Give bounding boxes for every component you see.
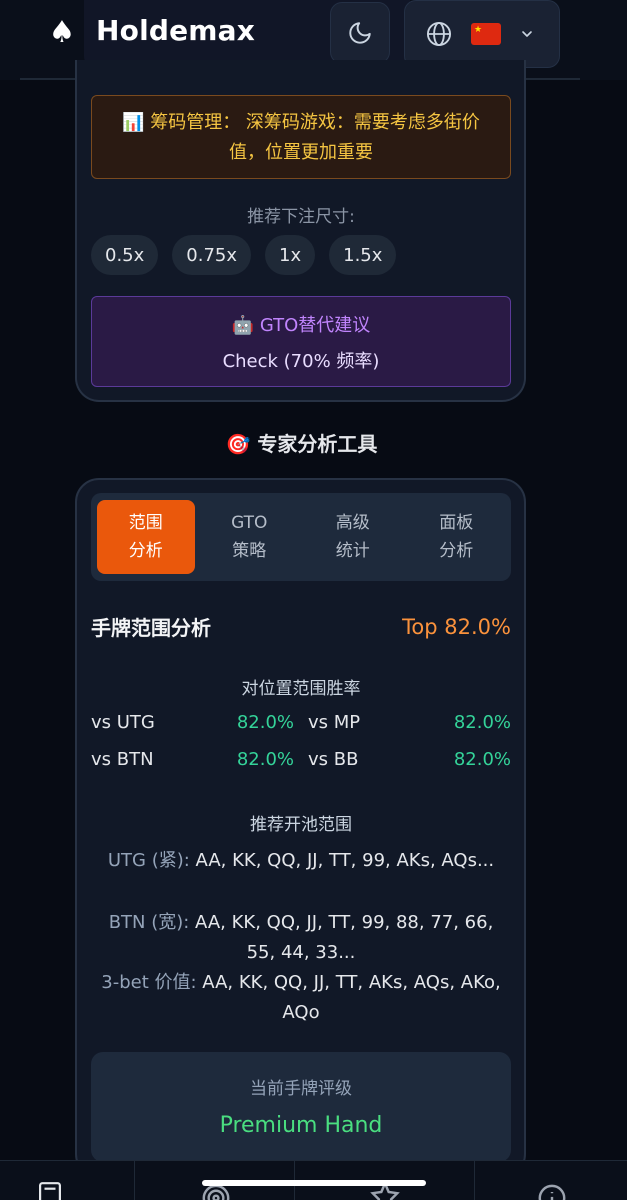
winrate-value: 82.0% — [236, 712, 294, 733]
bet-size-pill[interactable]: 0.5x — [91, 235, 159, 275]
range-analysis-header: 手牌范围分析 Top 82.0% — [91, 612, 511, 641]
chevron-down-icon — [522, 31, 532, 37]
language-selector[interactable]: ★ — [404, 0, 560, 68]
nav-tab-calculator[interactable] — [0, 1161, 135, 1200]
analysis-tabs: 范围 分析 GTO 策略 高级 统计 面板 分析 — [91, 493, 511, 581]
nav-tab-info[interactable] — [475, 1161, 627, 1200]
spade-icon: ♠ — [48, 15, 76, 50]
gto-alternative-title: 🤖 GTO替代建议 — [231, 315, 371, 336]
gto-alternative-value: Check (70% 频率) — [222, 351, 380, 372]
hand-rating-value: Premium Hand — [219, 1113, 383, 1138]
winrate-value: 82.0% — [453, 749, 511, 770]
open-range-line: UTG (紧): AA, KK, QQ, JJ, TT, 99, AKs, AQ… — [96, 846, 506, 876]
winrate-label: vs BTN — [91, 749, 154, 770]
range-analysis-title: 手牌范围分析 — [91, 616, 211, 640]
app-title: Holdemax — [96, 14, 256, 47]
open-range-title: 推荐开池范围 — [250, 815, 352, 835]
winrate-label: vs BB — [308, 749, 359, 770]
moon-icon — [349, 22, 371, 44]
range-hands: AA, KK, QQ, JJ, TT, 99, 88, 77, 66, 55, … — [189, 912, 494, 963]
gto-alternative-box: 🤖 GTO替代建议 Check (70% 频率) — [91, 296, 511, 387]
winrate-item: vs BTN 82.0% — [91, 749, 294, 770]
open-range-line: 3-bet 价值: AA, KK, QQ, JJ, TT, AKs, AQs, … — [96, 968, 506, 1028]
hand-rating-label: 当前手牌评级 — [250, 1079, 352, 1099]
range-hands: AA, KK, QQ, JJ, TT, 99, AKs, AQs... — [189, 850, 495, 871]
tab-range-analysis[interactable]: 范围 分析 — [97, 500, 195, 574]
tab-advanced-stats[interactable]: 高级 统计 — [304, 500, 402, 574]
bet-size-pill[interactable]: 1x — [265, 235, 316, 275]
range-position: 3-bet 价值: — [101, 972, 197, 993]
bet-size-pill[interactable]: 1.5x — [329, 235, 397, 275]
theme-toggle-button[interactable] — [330, 2, 390, 64]
winrate-label: vs MP — [308, 712, 361, 733]
range-position: UTG (紧): — [107, 850, 190, 871]
winrate-grid: vs UTG 82.0% vs MP 82.0% vs BTN 82.0% vs… — [91, 712, 511, 770]
range-hands: AA, KK, QQ, JJ, TT, AKs, AQs, AKo, AQo — [196, 972, 501, 1023]
winrate-value: 82.0% — [453, 712, 511, 733]
china-flag-icon: ★ — [471, 23, 501, 45]
winrate-item: vs UTG 82.0% — [91, 712, 294, 733]
top-percentage: Top 82.0% — [402, 614, 511, 639]
expert-tools-title: 🎯 专家分析工具 — [225, 432, 378, 456]
chip-management-note: 📊 筹码管理： 深筹码游戏：需要考虑多街价值，位置更加重要 — [91, 95, 511, 179]
winrate-label: vs UTG — [91, 712, 155, 733]
winrate-title: 对位置范围胜率 — [241, 679, 361, 699]
info-icon — [538, 1184, 566, 1200]
open-range-line: BTN (宽): AA, KK, QQ, JJ, TT, 99, 88, 77,… — [96, 908, 506, 968]
hand-rating-box: 当前手牌评级 Premium Hand — [91, 1052, 511, 1162]
bet-size-options: 0.5x 0.75x 1x 1.5x — [91, 235, 397, 275]
tab-board-analysis[interactable]: 面板 分析 — [408, 500, 506, 574]
calculator-icon — [39, 1182, 61, 1200]
bet-size-pill[interactable]: 0.75x — [172, 235, 252, 275]
home-indicator — [202, 1180, 426, 1186]
winrate-item: vs BB 82.0% — [308, 749, 511, 770]
bet-size-label: 推荐下注尺寸: — [247, 207, 355, 227]
range-position: BTN (宽): — [108, 912, 190, 933]
tab-gto-strategy[interactable]: GTO 策略 — [201, 500, 299, 574]
winrate-item: vs MP 82.0% — [308, 712, 511, 733]
winrate-value: 82.0% — [236, 749, 294, 770]
globe-icon — [426, 21, 452, 47]
